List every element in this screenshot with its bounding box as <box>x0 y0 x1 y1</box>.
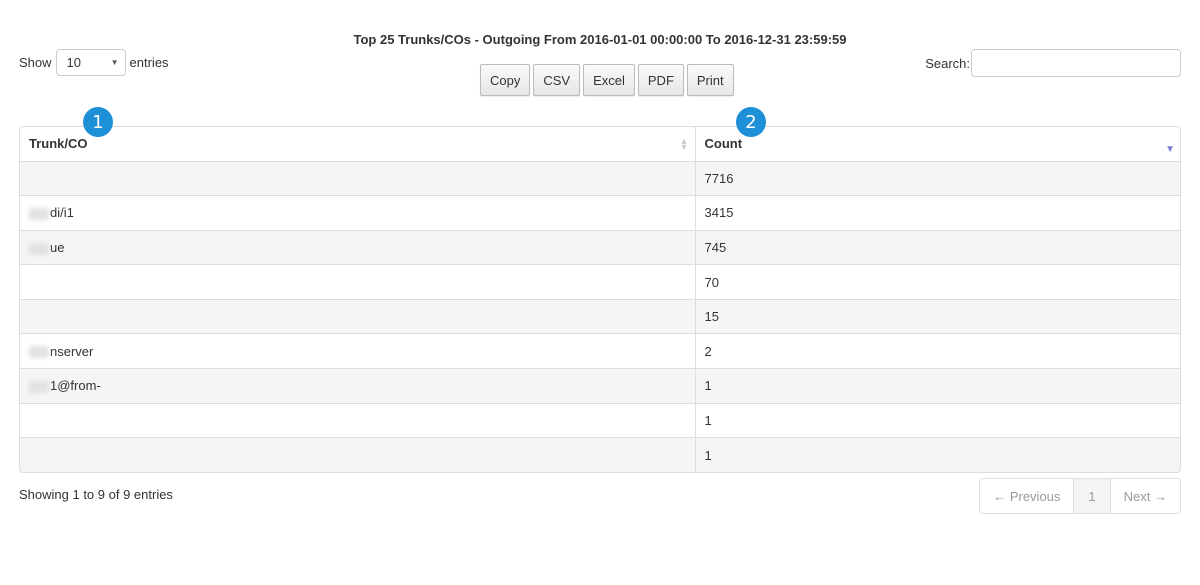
table-info: Showing 1 to 9 of 9 entries <box>19 487 173 502</box>
page-length-control: Show 10 ▼ entries <box>19 49 169 76</box>
cell-trunk: nserver <box>20 333 696 369</box>
search-control: Search: <box>925 49 1181 77</box>
data-table: Trunk/CO ▲ ▼ Count ▼ 7716 di/i1 3415 ue 745 70… <box>19 126 1181 474</box>
search-input[interactable] <box>971 49 1181 77</box>
page-length-value: 10 <box>66 55 81 70</box>
cell-trunk: di/i1 <box>20 195 696 231</box>
cell-count: 1 <box>695 437 1180 473</box>
table-body: 7716 di/i1 3415 ue 745 70 15 nserver 2 1@from- 1 1 1 <box>20 160 1180 473</box>
report-title: Top 25 Trunks/COs - Outgoing From 2016-0… <box>353 32 847 47</box>
table-row: 15 <box>20 298 1180 334</box>
cell-count: 3415 <box>695 195 1180 231</box>
show-label: Show <box>19 55 52 70</box>
table-row: di/i1 3415 <box>20 195 1180 231</box>
sort-both-icon: ▲ ▼ <box>679 135 689 152</box>
cell-count: 1 <box>695 402 1180 438</box>
table-header-row: Trunk/CO ▲ ▼ Count ▼ <box>20 127 1180 161</box>
table-row: 1 <box>20 402 1180 438</box>
chevron-down-icon: ▼ <box>110 58 119 67</box>
table-row: 1@from- 1 <box>20 368 1180 404</box>
cell-count: 1 <box>695 368 1180 404</box>
redacted-text <box>29 242 49 255</box>
cell-trunk <box>20 298 696 334</box>
column-header-trunk-label: Trunk/CO <box>29 136 88 152</box>
column-header-trunk[interactable]: Trunk/CO ▲ ▼ <box>20 127 696 161</box>
table-row: ue 745 <box>20 229 1180 265</box>
redacted-text <box>29 380 49 393</box>
cell-trunk: ue <box>20 229 696 265</box>
sort-descending-icon: ▼ <box>1165 144 1175 155</box>
cell-count: 70 <box>695 264 1180 300</box>
table-row: 70 <box>20 264 1180 300</box>
pagination: ← Previous 1 Next → <box>979 478 1181 514</box>
search-label: Search: <box>925 55 970 71</box>
next-page-button[interactable]: Next → <box>1109 479 1180 513</box>
cell-trunk <box>20 437 696 473</box>
excel-button[interactable]: Excel <box>583 64 635 96</box>
cell-count: 15 <box>695 298 1180 334</box>
redacted-text <box>29 346 49 359</box>
cell-trunk <box>20 402 696 438</box>
export-button-group: Copy CSV Excel PDF Print <box>480 64 734 96</box>
table-row: nserver 2 <box>20 333 1180 369</box>
table-row: 7716 <box>20 160 1180 196</box>
trunk-name: nserver <box>50 343 94 359</box>
annotation-badge-2: 2 <box>736 107 766 137</box>
cell-trunk <box>20 160 696 196</box>
pdf-button[interactable]: PDF <box>637 64 684 96</box>
print-button[interactable]: Print <box>686 64 734 96</box>
cell-count: 2 <box>695 333 1180 369</box>
column-header-count-label: Count <box>704 136 743 152</box>
cell-trunk <box>20 264 696 300</box>
page-length-select[interactable]: 10 ▼ <box>55 49 126 76</box>
redacted-text <box>29 207 49 220</box>
cell-trunk: 1@from- <box>20 368 696 404</box>
copy-button[interactable]: Copy <box>480 64 531 96</box>
csv-button[interactable]: CSV <box>533 64 581 96</box>
trunk-name: di/i1 <box>50 205 74 221</box>
previous-page-button[interactable]: ← Previous <box>980 479 1074 513</box>
cell-count: 745 <box>695 229 1180 265</box>
page-1-button[interactable]: 1 <box>1073 479 1110 513</box>
column-header-count[interactable]: Count ▼ <box>695 127 1180 161</box>
trunk-name: 1@from- <box>50 378 101 394</box>
table-row: 1 <box>20 437 1180 473</box>
annotation-badge-1: 1 <box>83 107 113 137</box>
trunk-name: ue <box>50 239 65 255</box>
entries-label: entries <box>129 55 169 70</box>
cell-count: 7716 <box>695 160 1180 196</box>
